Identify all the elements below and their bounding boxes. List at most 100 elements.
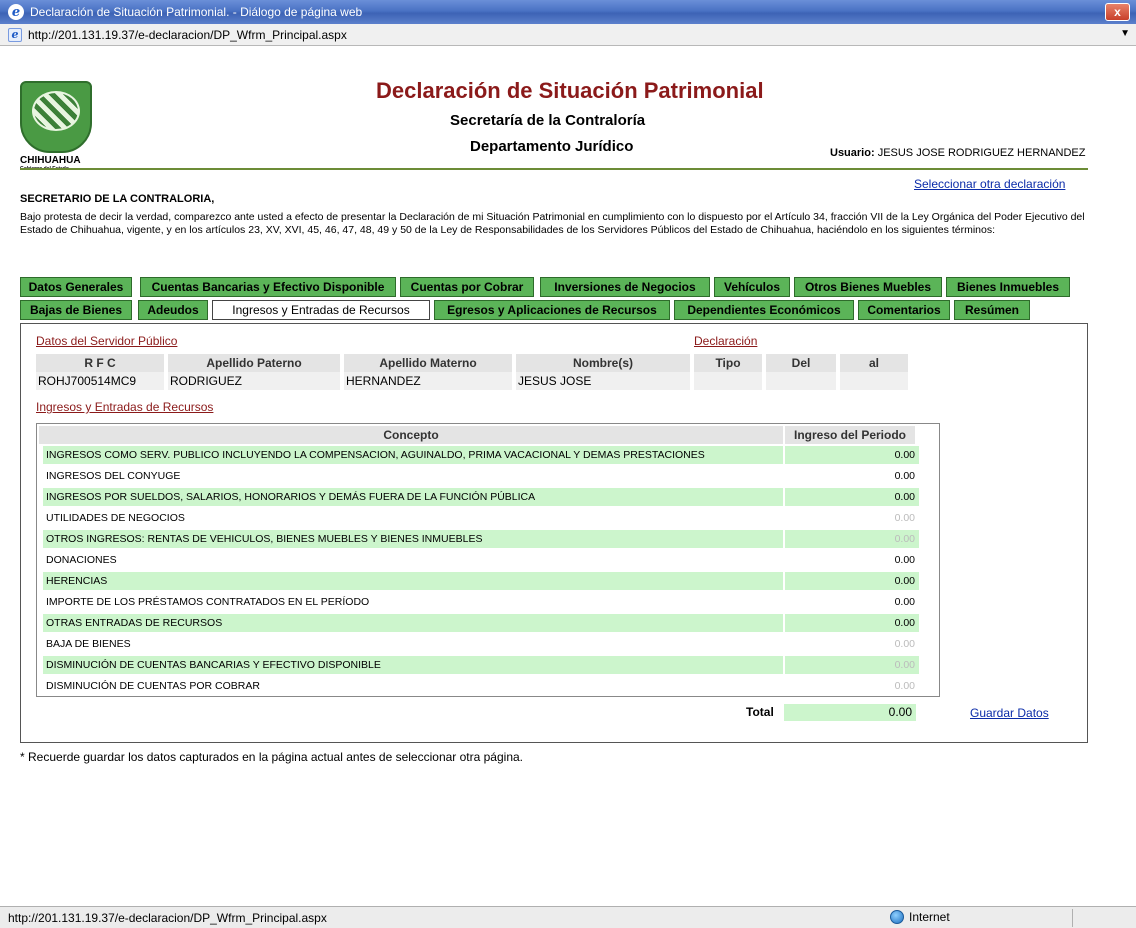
ingreso-periodo-header: Ingreso del Periodo	[785, 426, 915, 444]
user-label: Usuario:	[830, 147, 875, 159]
chihuahua-logo: CHIHUAHUA Gobierno del Estado	[20, 81, 94, 172]
chevron-down-icon[interactable]: ▼	[1120, 28, 1130, 39]
tab-vehiculos[interactable]: Vehículos	[714, 277, 790, 297]
ingreso-value-readonly: 0.00	[785, 656, 919, 674]
concepto-cell: INGRESOS POR SUELDOS, SALARIOS, HONORARI…	[43, 488, 783, 506]
ingreso-input[interactable]: 0.00	[785, 488, 919, 506]
ingreso-input[interactable]: 0.00	[785, 572, 919, 590]
tab-inversiones-negocios[interactable]: Inversiones de Negocios	[540, 277, 710, 297]
table-row: INGRESOS DEL CONYUGE 0.00	[43, 467, 919, 485]
table-row: INGRESOS POR SUELDOS, SALARIOS, HONORARI…	[43, 488, 919, 506]
nombres-value: JESUS JOSE	[516, 372, 690, 390]
al-header: al	[840, 354, 908, 372]
table-row: INGRESOS COMO SERV. PUBLICO INCLUYENDO L…	[43, 446, 919, 464]
select-other-declaration-link[interactable]: Seleccionar otra declaración	[914, 177, 1065, 191]
tab-cuentas-por-cobrar[interactable]: Cuentas por Cobrar	[400, 277, 534, 297]
tab-bienes-inmuebles[interactable]: Bienes Inmuebles	[946, 277, 1070, 297]
ingreso-value-readonly: 0.00	[785, 509, 919, 527]
concepto-cell: UTILIDADES DE NEGOCIOS	[43, 509, 783, 527]
table-row: DONACIONES 0.00	[43, 551, 919, 569]
ingreso-input[interactable]: 0.00	[785, 593, 919, 611]
page-icon: e	[8, 27, 22, 42]
zone-label: Internet	[909, 910, 950, 924]
nombres-header: Nombre(s)	[516, 354, 690, 372]
tab-adeudos[interactable]: Adeudos	[138, 300, 208, 320]
tab-cuentas-bancarias[interactable]: Cuentas Bancarias y Efectivo Disponible	[140, 277, 396, 297]
concepto-cell: DISMINUCIÓN DE CUENTAS BANCARIAS Y EFECT…	[43, 656, 783, 674]
tab-bajas-de-bienes[interactable]: Bajas de Bienes	[20, 300, 132, 320]
footer-note: * Recuerde guardar los datos capturados …	[20, 750, 523, 764]
status-divider	[1072, 909, 1073, 927]
protest-text: Bajo protesta de decir la verdad, compar…	[20, 211, 1085, 236]
tab-datos-generales[interactable]: Datos Generales	[20, 277, 132, 297]
security-zone: Internet	[890, 910, 950, 924]
shield-icon	[20, 81, 92, 153]
tab-dependientes-economicos[interactable]: Dependientes Económicos	[674, 300, 854, 320]
window-title: Declaración de Situación Patrimonial. - …	[30, 5, 363, 19]
ingreso-value-readonly: 0.00	[785, 530, 919, 548]
al-value	[840, 372, 908, 390]
tipo-header: Tipo	[694, 354, 762, 372]
table-row: OTRAS ENTRADAS DE RECURSOS 0.00	[43, 614, 919, 632]
concepto-cell: HERENCIAS	[43, 572, 783, 590]
logo-text: CHIHUAHUA	[20, 155, 81, 166]
concepto-cell: INGRESOS DEL CONYUGE	[43, 467, 783, 485]
apellido-paterno-value: RODRIGUEZ	[168, 372, 340, 390]
concepto-cell: OTROS INGRESOS: RENTAS DE VEHICULOS, BIE…	[43, 530, 783, 548]
page-subtitle-1: Secretaría de la Contraloría	[450, 112, 646, 129]
user-info: Usuario: JESUS JOSE RODRIGUEZ HERNANDEZ	[830, 147, 1086, 159]
close-button[interactable]: x	[1105, 3, 1130, 21]
ingreso-input[interactable]: 0.00	[785, 614, 919, 632]
declaracion-section-title: Declaración	[694, 334, 758, 348]
status-url: http://201.131.19.37/e-declaracion/DP_Wf…	[8, 910, 327, 925]
rfc-header: R F C	[36, 354, 164, 372]
tab-comentarios[interactable]: Comentarios	[858, 300, 950, 320]
table-row: BAJA DE BIENES 0.00	[43, 635, 919, 653]
total-label: Total	[746, 705, 774, 719]
header-divider	[20, 168, 1088, 170]
tab-resumen[interactable]: Resúmen	[954, 300, 1030, 320]
tipo-value	[694, 372, 762, 390]
ingreso-input[interactable]: 0.00	[785, 446, 919, 464]
del-value	[766, 372, 836, 390]
address-url: http://201.131.19.37/e-declaracion/DP_Wf…	[28, 27, 347, 42]
ingreso-input[interactable]: 0.00	[785, 467, 919, 485]
apellido-paterno-header: Apellido Paterno	[168, 354, 340, 372]
table-row: OTROS INGRESOS: RENTAS DE VEHICULOS, BIE…	[43, 530, 919, 548]
page-title: Declaración de Situación Patrimonial	[376, 78, 764, 103]
ingreso-input[interactable]: 0.00	[785, 551, 919, 569]
addressee: SECRETARIO DE LA CONTRALORIA,	[20, 193, 215, 205]
table-row: HERENCIAS 0.00	[43, 572, 919, 590]
servidor-section-title: Datos del Servidor Público	[36, 334, 178, 348]
concepto-cell: BAJA DE BIENES	[43, 635, 783, 653]
ingresos-section-title: Ingresos y Entradas de Recursos	[36, 400, 214, 414]
page-subtitle-2: Departamento Jurídico	[470, 138, 634, 155]
status-bar: http://201.131.19.37/e-declaracion/DP_Wf…	[0, 906, 1136, 928]
page-content: CHIHUAHUA Gobierno del Estado Declaració…	[0, 47, 1136, 906]
user-name: JESUS JOSE RODRIGUEZ HERNANDEZ	[877, 147, 1086, 159]
tab-ingresos-entradas[interactable]: Ingresos y Entradas de Recursos	[212, 300, 430, 320]
tab-egresos-aplicaciones[interactable]: Egresos y Aplicaciones de Recursos	[434, 300, 670, 320]
tab-otros-bienes-muebles[interactable]: Otros Bienes Muebles	[794, 277, 942, 297]
address-bar: e http://201.131.19.37/e-declaracion/DP_…	[0, 24, 1136, 46]
ingreso-value-readonly: 0.00	[785, 677, 919, 695]
ingresos-table: Concepto Ingreso del Periodo INGRESOS CO…	[36, 423, 940, 697]
apellido-materno-value: HERNANDEZ	[344, 372, 512, 390]
concepto-cell: OTRAS ENTRADAS DE RECURSOS	[43, 614, 783, 632]
rfc-value: ROHJ700514MC9	[36, 372, 164, 390]
concepto-cell: IMPORTE DE LOS PRÉSTAMOS CONTRATADOS EN …	[43, 593, 783, 611]
save-data-link[interactable]: Guardar Datos	[970, 706, 1049, 720]
ingreso-value-readonly: 0.00	[785, 635, 919, 653]
del-header: Del	[766, 354, 836, 372]
total-value: 0.00	[784, 704, 916, 721]
table-row: UTILIDADES DE NEGOCIOS 0.00	[43, 509, 919, 527]
ie-icon: e	[8, 4, 24, 20]
concepto-cell: INGRESOS COMO SERV. PUBLICO INCLUYENDO L…	[43, 446, 783, 464]
globe-icon	[890, 910, 904, 924]
concepto-header: Concepto	[39, 426, 783, 444]
window-titlebar: e Declaración de Situación Patrimonial. …	[0, 0, 1136, 24]
apellido-materno-header: Apellido Materno	[344, 354, 512, 372]
table-row: IMPORTE DE LOS PRÉSTAMOS CONTRATADOS EN …	[43, 593, 919, 611]
concepto-cell: DONACIONES	[43, 551, 783, 569]
concepto-cell: DISMINUCIÓN DE CUENTAS POR COBRAR	[43, 677, 783, 695]
